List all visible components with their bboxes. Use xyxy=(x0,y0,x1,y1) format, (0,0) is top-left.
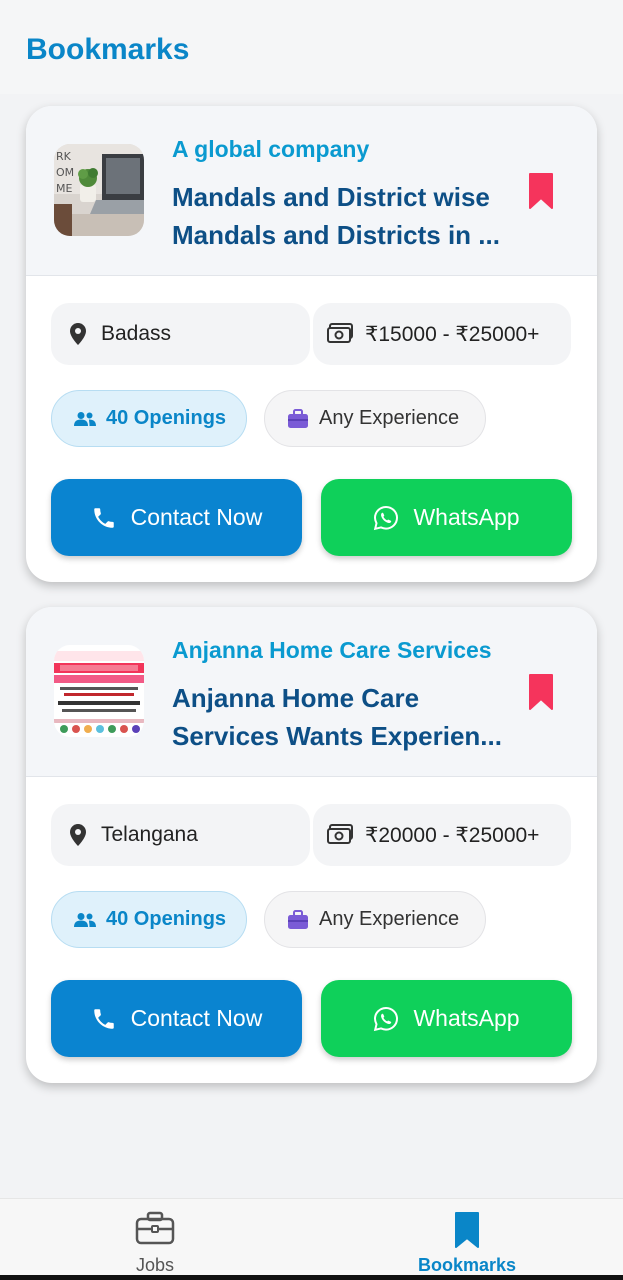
whatsapp-label: WhatsApp xyxy=(413,1005,520,1031)
job-card-header: RK OM ME A global company Mandals and Di… xyxy=(26,106,597,276)
people-icon xyxy=(74,411,96,427)
location-chip: Badass xyxy=(51,303,310,365)
svg-text:RK: RK xyxy=(56,150,72,163)
contact-now-button[interactable]: Contact Now xyxy=(51,479,302,556)
page-title: Bookmarks xyxy=(26,33,190,66)
salary-chip: ₹20000 - ₹25000+ xyxy=(313,804,571,866)
openings-text: 40 Openings xyxy=(106,407,227,429)
svg-text:ME: ME xyxy=(56,182,72,195)
openings-badge: 40 Openings xyxy=(51,891,247,948)
contact-now-button[interactable]: Contact Now xyxy=(51,980,302,1057)
bookmark-icon xyxy=(453,1211,481,1254)
whatsapp-label: WhatsApp xyxy=(413,504,520,530)
briefcase-icon xyxy=(287,408,309,429)
contact-now-label: Contact Now xyxy=(130,504,263,530)
whatsapp-icon xyxy=(373,505,399,531)
location-chip: Telangana xyxy=(51,804,310,866)
svg-text:OM: OM xyxy=(56,166,74,179)
company-name: Anjanna Home Care Services xyxy=(172,637,492,663)
job-card[interactable]: RK OM ME A global company Mandals and Di… xyxy=(26,106,597,582)
location-pin-icon xyxy=(69,823,87,847)
job-title[interactable]: Mandals and District wise Mandals and Di… xyxy=(172,178,502,254)
nav-label-bookmarks: Bookmarks xyxy=(417,1255,517,1275)
bookmark-icon[interactable] xyxy=(528,673,554,711)
experience-badge: Any Experience xyxy=(264,390,486,447)
nav-tab-bookmarks[interactable]: Bookmarks xyxy=(387,1199,547,1275)
job-title-line-1: Anjanna Home Care xyxy=(172,683,420,713)
bottom-nav: Jobs Bookmarks xyxy=(0,1198,623,1280)
experience-text: Any Experience xyxy=(319,908,460,930)
nav-tab-jobs[interactable]: Jobs xyxy=(75,1199,235,1275)
app-header: Bookmarks xyxy=(0,0,623,94)
salary-chip: ₹15000 - ₹25000+ xyxy=(313,303,571,365)
job-card-header: Anjanna Home Care Services Anjanna Home … xyxy=(26,607,597,777)
whatsapp-button[interactable]: WhatsApp xyxy=(321,980,572,1057)
job-card[interactable]: Anjanna Home Care Services Anjanna Home … xyxy=(26,607,597,1083)
location-text: Telangana xyxy=(101,823,198,846)
system-bar xyxy=(0,1275,623,1280)
location-text: Badass xyxy=(101,322,172,345)
contact-now-label: Contact Now xyxy=(130,1005,263,1031)
openings-badge: 40 Openings xyxy=(51,390,247,447)
job-title-line-1: Mandals and District wise xyxy=(172,182,490,212)
bookmark-icon[interactable] xyxy=(528,172,554,210)
salary-text: ₹20000 - ₹25000+ xyxy=(365,823,540,847)
whatsapp-icon xyxy=(373,1006,399,1032)
openings-text: 40 Openings xyxy=(106,908,227,930)
whatsapp-button[interactable]: WhatsApp xyxy=(321,479,572,556)
company-logo xyxy=(54,645,144,737)
briefcase-icon xyxy=(287,909,309,930)
money-icon xyxy=(327,824,353,846)
location-pin-icon xyxy=(69,322,87,346)
salary-text: ₹15000 - ₹25000+ xyxy=(365,322,540,346)
experience-badge: Any Experience xyxy=(264,891,486,948)
experience-text: Any Experience xyxy=(319,407,460,429)
nav-label-jobs: Jobs xyxy=(135,1255,175,1275)
job-title-line-2: Mandals and Districts in ... xyxy=(172,220,500,250)
company-name: A global company xyxy=(172,136,370,162)
phone-icon xyxy=(91,1006,117,1032)
phone-icon xyxy=(91,505,117,531)
briefcase-icon xyxy=(135,1211,175,1250)
company-logo: RK OM ME xyxy=(54,144,144,236)
money-icon xyxy=(327,323,353,345)
job-title-line-2: Services Wants Experien... xyxy=(172,721,502,751)
job-title[interactable]: Anjanna Home Care Services Wants Experie… xyxy=(172,679,502,755)
people-icon xyxy=(74,912,96,928)
